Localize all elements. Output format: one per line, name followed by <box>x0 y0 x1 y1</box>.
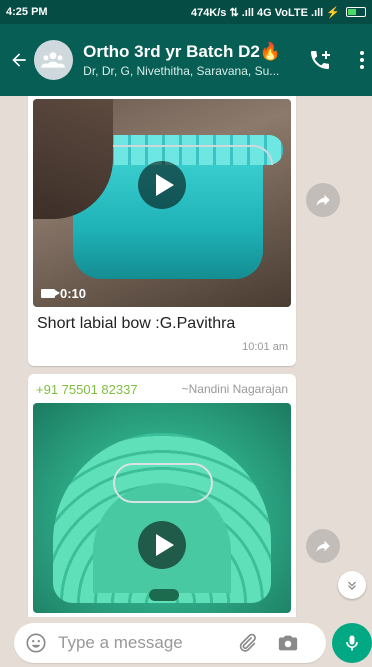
video-duration-text: 0:10 <box>60 286 87 301</box>
appliance-wire <box>113 463 213 503</box>
battery-icon <box>346 7 366 17</box>
back-arrow-icon[interactable] <box>6 50 32 70</box>
group-name: Ortho 3rd yr Batch D2🔥 <box>83 42 281 61</box>
camera-icon[interactable] <box>274 632 302 654</box>
message-time: 10:01 am <box>242 341 288 353</box>
video-camera-icon <box>41 289 60 298</box>
emoji-icon[interactable] <box>24 631 48 655</box>
chat-title-block[interactable]: Ortho 3rd yr Batch D2🔥 Dr, Dr, G, Niveth… <box>83 42 290 78</box>
video-duration: 0:10 <box>41 286 86 301</box>
add-call-icon[interactable] <box>307 48 335 72</box>
status-indicators: 474K/s ⇅ .ıll 4G VoLTE .ıll ⚡ <box>191 6 366 19</box>
status-time: 4:25 PM <box>6 6 48 18</box>
more-menu-icon[interactable] <box>352 51 372 69</box>
message-caption: Short labial bow :G.Pavithra <box>37 315 236 332</box>
status-bar: 4:25 PM 474K/s ⇅ .ıll 4G VoLTE .ıll ⚡ <box>0 0 372 24</box>
message-bubble: 0:10 Short labial bow :G.Pavithra 10:01 … <box>28 96 296 366</box>
group-members: Dr, Dr, G, Nivethitha, Saravana, Su... <box>83 64 280 78</box>
video-thumbnail[interactable] <box>33 403 291 613</box>
chat-area[interactable]: 0:10 Short labial bow :G.Pavithra 10:01 … <box>0 96 372 617</box>
paperclip-icon[interactable] <box>234 632 260 654</box>
message-bubble: +91 75501 82337 ~Nandini Nagarajan <box>28 374 296 617</box>
message-composer <box>14 623 326 663</box>
chat-header: Ortho 3rd yr Batch D2🔥 Dr, Dr, G, Niveth… <box>0 24 372 96</box>
mic-icon[interactable] <box>332 623 372 663</box>
chevron-down-icon[interactable] <box>338 571 366 599</box>
status-indicators-text: 474K/s ⇅ .ıll 4G VoLTE .ıll ⚡ <box>190 6 340 19</box>
sender-phone[interactable]: +91 75501 82337 <box>36 382 138 397</box>
group-avatar-icon[interactable] <box>33 40 74 80</box>
play-icon[interactable] <box>138 161 186 209</box>
play-icon[interactable] <box>138 521 186 569</box>
cast-mark <box>149 589 179 601</box>
sender-row: +91 75501 82337 ~Nandini Nagarajan <box>33 379 291 399</box>
share-icon[interactable] <box>306 529 340 563</box>
share-icon[interactable] <box>306 183 340 217</box>
message-input[interactable] <box>58 633 228 653</box>
sender-name: ~Nandini Nagarajan <box>181 382 288 396</box>
video-thumbnail[interactable]: 0:10 <box>33 99 291 307</box>
